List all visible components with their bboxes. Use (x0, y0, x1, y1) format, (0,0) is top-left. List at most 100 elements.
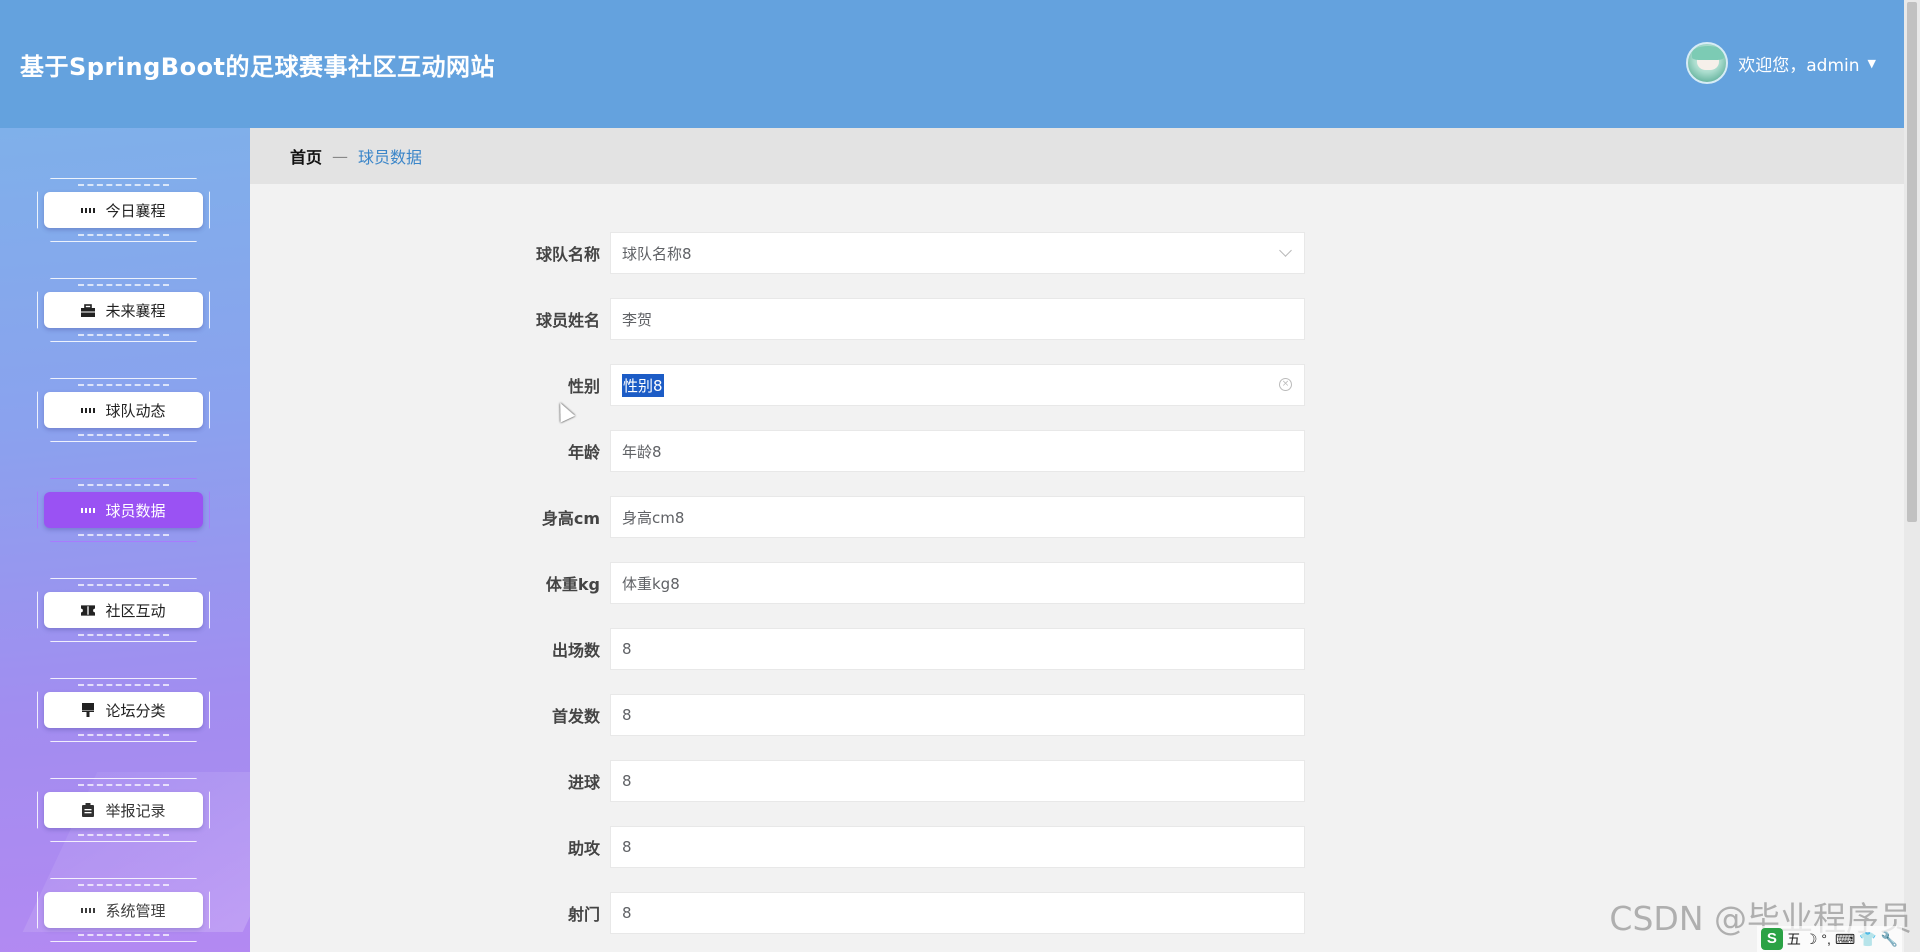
ime-mode-label[interactable]: 五 (1787, 929, 1801, 949)
breadcrumb-home[interactable]: 首页 (290, 144, 322, 168)
field-value: 身高cm8 (622, 508, 685, 527)
form-row-player-name: 球员姓名 李贺 (520, 298, 1305, 340)
starts-field[interactable]: 8 (610, 694, 1305, 736)
avatar[interactable] (1686, 42, 1729, 84)
field-value: 8 (622, 904, 632, 922)
field-label: 出场数 (551, 641, 600, 660)
clear-icon[interactable]: × (1279, 378, 1292, 391)
field-label: 球员姓名 (535, 311, 600, 330)
field-value: 8 (622, 640, 632, 658)
sidebar-item-label: 未来襄程 (105, 301, 166, 320)
field-label: 身高cm (541, 509, 600, 528)
field-value: 年龄8 (622, 442, 662, 461)
welcome-text[interactable]: 欢迎您，admin (1738, 51, 1859, 76)
menu-button[interactable]: 球队动态 (44, 392, 203, 428)
sidebar-item-team-news[interactable]: 球队动态 (37, 378, 210, 442)
field-label: 性别 (567, 377, 600, 396)
chevron-down-icon[interactable]: ▼ (1868, 57, 1876, 70)
field-value: 8 (622, 838, 632, 856)
sidebar: 今日襄程 未来襄程 球队动态 球员数据 社区互动 论坛分类 举报记录 系统管理 (0, 128, 250, 952)
menu-button[interactable]: 论坛分类 (44, 692, 203, 728)
sidebar-item-forum-category[interactable]: 论坛分类 (37, 678, 210, 742)
assists-field[interactable]: 8 (610, 826, 1305, 868)
shirt-icon[interactable]: 👕 (1859, 931, 1876, 948)
form-row-goals: 进球 8 (520, 760, 1305, 802)
sidebar-item-label: 球员数据 (105, 501, 166, 520)
player-name-field[interactable]: 李贺 (610, 298, 1305, 340)
field-value: 8 (622, 772, 632, 790)
moon-icon[interactable]: ☽ (1805, 931, 1818, 948)
breadcrumb: 首页 — 球员数据 (250, 128, 1904, 184)
form-row-shots: 射门 8 (520, 892, 1305, 934)
sidebar-item-today-matches[interactable]: 今日襄程 (37, 178, 210, 242)
weight-field[interactable]: 体重kg8 (610, 562, 1305, 604)
sidebar-item-future-matches[interactable]: 未来襄程 (37, 278, 210, 342)
grid-icon (81, 407, 96, 413)
sidebar-item-system-management[interactable]: 系统管理 (37, 878, 210, 942)
menu-button[interactable]: 举报记录 (44, 792, 203, 828)
sidebar-item-label: 举报记录 (105, 801, 166, 820)
menu-button[interactable]: 球员数据 (44, 492, 203, 528)
height-field[interactable]: 身高cm8 (610, 496, 1305, 538)
brush-icon (81, 703, 95, 717)
field-label: 首发数 (551, 707, 600, 726)
menu-button[interactable]: 未来襄程 (44, 292, 203, 328)
field-value: 体重kg8 (622, 574, 680, 593)
punctuation-icon[interactable]: °, (1821, 931, 1831, 947)
form-row-starts: 首发数 8 (520, 694, 1305, 736)
sidebar-item-label: 论坛分类 (105, 701, 166, 720)
field-label: 球队名称 (535, 245, 600, 264)
field-label: 进球 (567, 773, 600, 792)
field-label: 年龄 (567, 443, 600, 462)
goals-field[interactable]: 8 (610, 760, 1305, 802)
sidebar-item-label: 球队动态 (105, 401, 166, 420)
appearances-field[interactable]: 8 (610, 628, 1305, 670)
form-row-gender: 性别 性别8 × (520, 364, 1305, 406)
field-value-selected: 性别8 (622, 373, 664, 397)
breadcrumb-separator: — (332, 146, 349, 166)
ticket-icon (81, 604, 96, 616)
grid-icon (81, 507, 96, 513)
sidebar-item-player-data[interactable]: 球员数据 (37, 478, 210, 542)
menu-button[interactable]: 今日襄程 (44, 192, 203, 228)
field-value: 8 (622, 706, 632, 724)
form-row-team-name: 球队名称 球队名称8 (520, 232, 1305, 274)
gender-field[interactable]: 性别8 × (610, 364, 1305, 406)
sidebar-item-label: 系统管理 (105, 901, 166, 920)
ime-toolbar[interactable]: S 五 ☽ °, ⌨ 👕 🔧 (1756, 926, 1902, 952)
form-row-weight: 体重kg 体重kg8 (520, 562, 1305, 604)
shots-field[interactable]: 8 (610, 892, 1305, 934)
sidebar-item-report-records[interactable]: 举报记录 (37, 778, 210, 842)
form-row-appearances: 出场数 8 (520, 628, 1305, 670)
vertical-scrollbar[interactable] (1904, 0, 1920, 952)
sogou-logo-icon[interactable]: S (1760, 928, 1783, 950)
user-menu[interactable]: 欢迎您，admin ▼ (1686, 42, 1876, 84)
select-value: 球队名称8 (622, 244, 692, 263)
scrollbar-thumb[interactable] (1907, 2, 1917, 522)
sidebar-item-community[interactable]: 社区互动 (37, 578, 210, 642)
menu-button[interactable]: 社区互动 (44, 592, 203, 628)
form-row-age: 年龄 年龄8 (520, 430, 1305, 472)
field-label: 射门 (567, 905, 600, 924)
sidebar-item-label: 社区互动 (105, 601, 166, 620)
field-label: 助攻 (567, 839, 600, 858)
grid-icon (81, 907, 96, 913)
breadcrumb-current[interactable]: 球员数据 (358, 144, 422, 168)
site-title: 基于SpringBoot的足球赛事社区互动网站 (20, 53, 496, 81)
field-value: 李贺 (622, 310, 653, 329)
menu-button[interactable]: 系统管理 (44, 892, 203, 928)
menu-frame (37, 878, 210, 942)
field-label: 体重kg (545, 575, 600, 594)
team-name-select[interactable]: 球队名称8 (610, 232, 1305, 274)
chevron-down-icon[interactable] (1279, 244, 1292, 257)
briefcase-icon (81, 303, 96, 317)
top-header: 基于SpringBoot的足球赛事社区互动网站 欢迎您，admin ▼ (0, 0, 1904, 128)
form-row-assists: 助攻 8 (520, 826, 1305, 868)
wrench-icon[interactable]: 🔧 (1881, 931, 1898, 948)
sidebar-item-label: 今日襄程 (105, 201, 166, 220)
clipboard-icon (81, 803, 95, 817)
age-field[interactable]: 年龄8 (610, 430, 1305, 472)
grid-icon (81, 207, 96, 213)
keyboard-icon[interactable]: ⌨ (1835, 931, 1855, 948)
form-row-height: 身高cm 身高cm8 (520, 496, 1305, 538)
